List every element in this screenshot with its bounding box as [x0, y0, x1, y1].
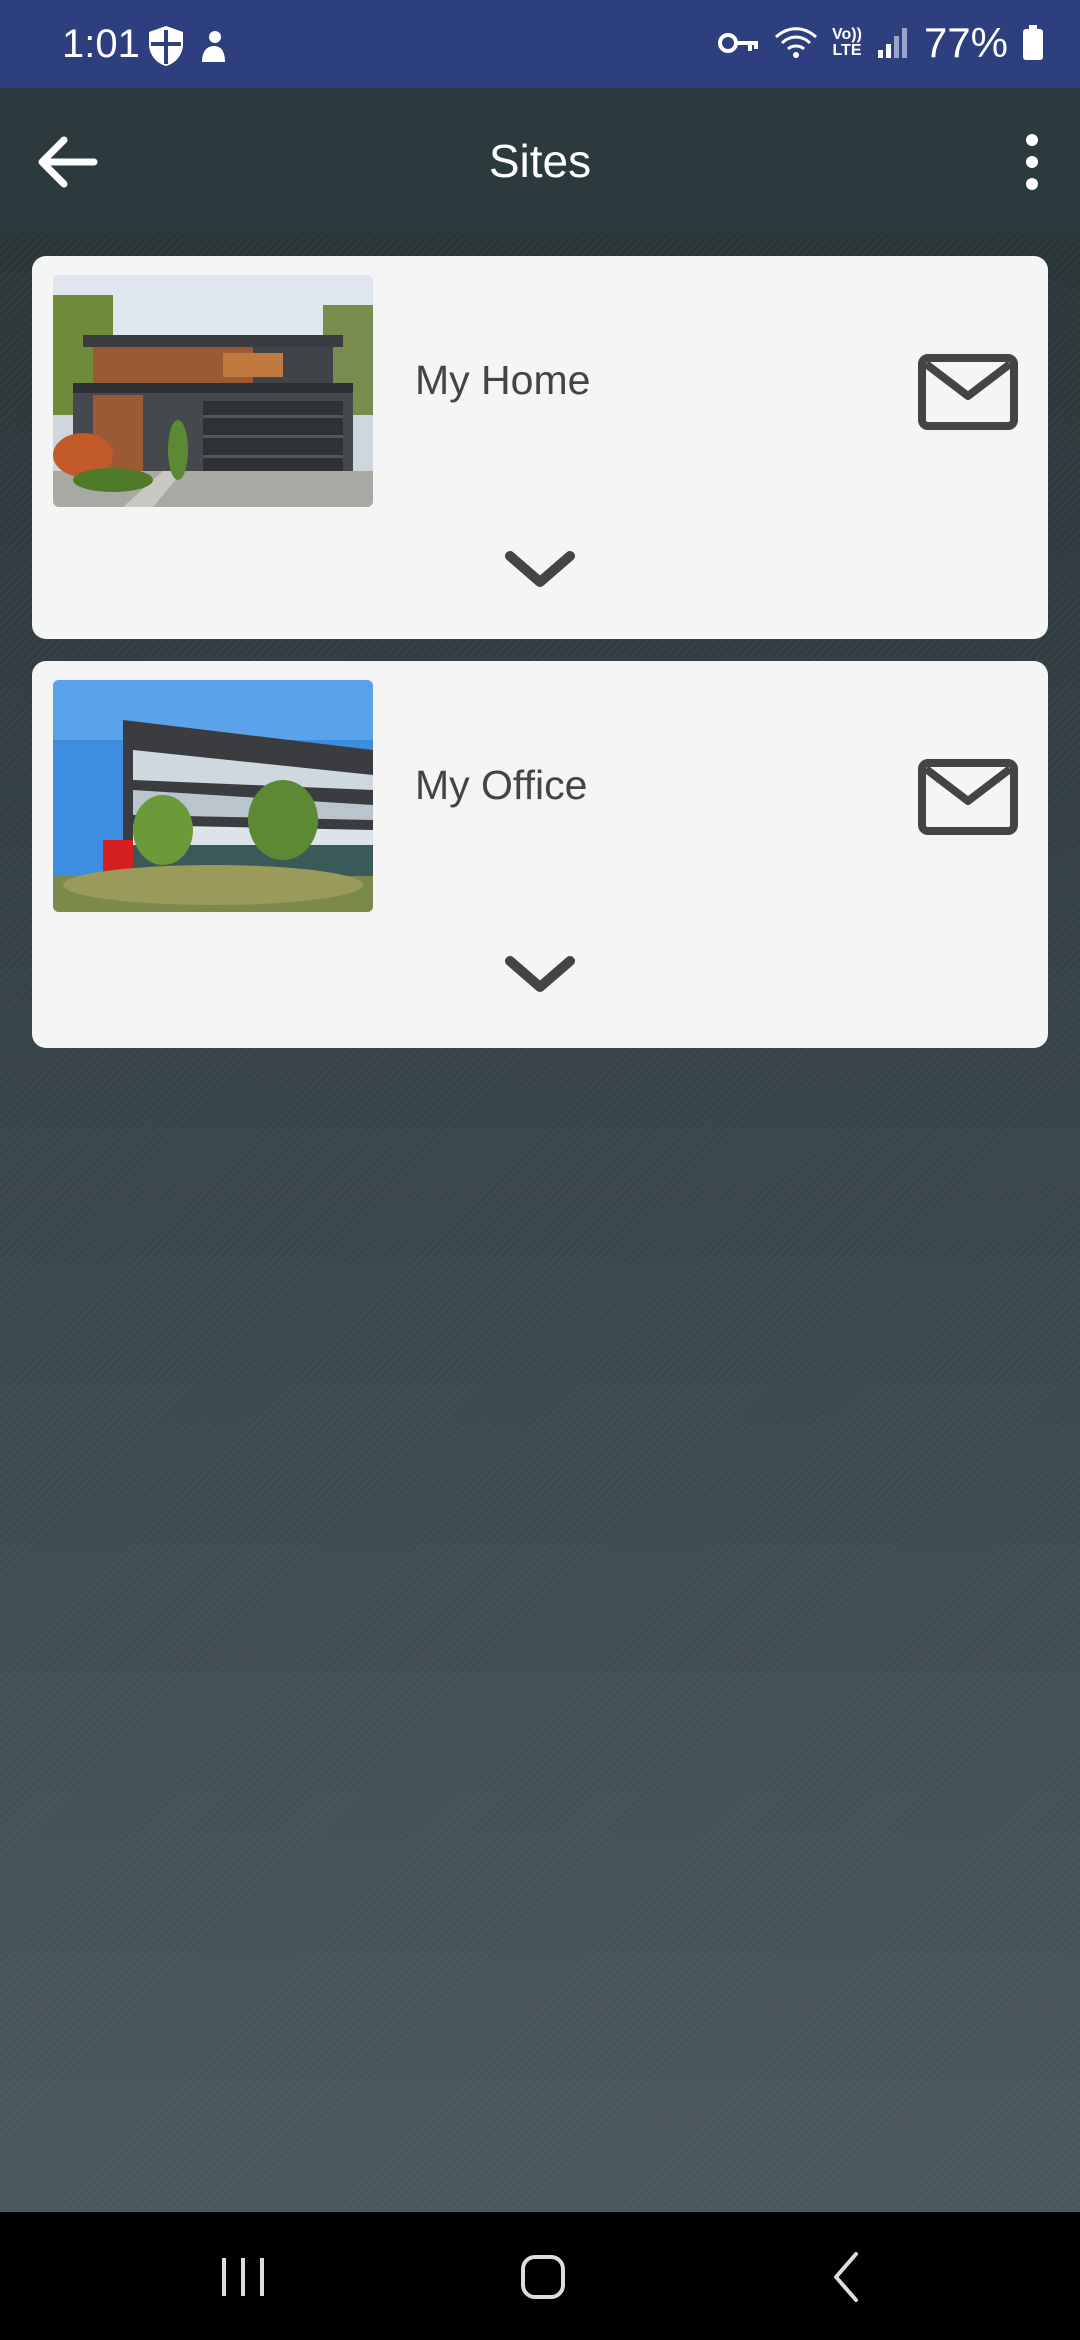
- navigation-bar: [0, 2212, 1080, 2340]
- site-image-home: [53, 275, 373, 507]
- site-name[interactable]: My Home: [415, 356, 590, 404]
- page-title: Sites: [488, 135, 592, 187]
- battery-icon: [1023, 25, 1043, 60]
- chevron-down-icon[interactable]: [502, 951, 578, 1001]
- site-name[interactable]: My Office: [415, 761, 587, 809]
- envelope-icon[interactable]: [918, 354, 1018, 430]
- volte-icon: Vo)) LTE: [832, 26, 862, 59]
- shield-icon: [149, 26, 183, 66]
- signal-icon: [877, 28, 907, 58]
- status-time: 1:01: [62, 22, 140, 66]
- site-card[interactable]: My Office: [32, 661, 1048, 1048]
- person-icon: [202, 31, 225, 62]
- more-vert-icon[interactable]: [990, 132, 1050, 192]
- battery-percent: 77%: [923, 19, 1008, 66]
- recent-apps-icon[interactable]: [198, 2242, 288, 2312]
- wifi-icon: [775, 27, 818, 58]
- home-icon[interactable]: [498, 2242, 588, 2312]
- site-image-office: [53, 680, 373, 912]
- app-bar: Sites: [0, 88, 1080, 234]
- site-card[interactable]: My Home: [32, 256, 1048, 639]
- back-icon[interactable]: [802, 2242, 892, 2312]
- chevron-down-icon[interactable]: [502, 546, 578, 596]
- envelope-icon[interactable]: [918, 759, 1018, 835]
- status-bar: 1:01 Vo)) LTE 77%: [0, 0, 1080, 88]
- vpn-key-icon: [718, 33, 759, 53]
